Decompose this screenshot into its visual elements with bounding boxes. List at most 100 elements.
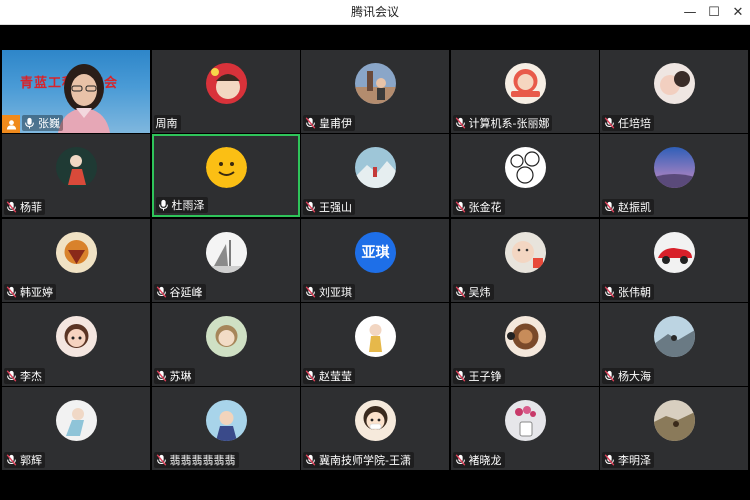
participant-tile[interactable]: 亚琪 刘亚琪: [301, 218, 449, 302]
avatar: [654, 315, 695, 357]
avatar: [205, 400, 247, 441]
participant-tile[interactable]: 青蓝工程交流会 张巍: [2, 50, 150, 133]
participant-tile[interactable]: 杨大海: [600, 302, 748, 386]
avatar: [205, 63, 247, 104]
participant-tile[interactable]: 张伟朝: [600, 218, 748, 302]
participant-name: 冀南技师学院-王潇: [319, 454, 411, 467]
avatar: [654, 147, 695, 189]
participant-name: 杨大海: [618, 369, 651, 383]
participant-name: 李明泽: [618, 454, 651, 467]
participant-tile[interactable]: 计算机系-张丽娜: [450, 50, 599, 133]
participant-name-bar: 吴炜: [452, 283, 494, 300]
participant-name-bar: 赵莹莹: [303, 367, 355, 384]
participant-name-bar: 任培培: [602, 115, 654, 131]
participant-name: 谷延峰: [169, 285, 203, 299]
close-button[interactable]: ✕: [726, 0, 750, 25]
maximize-button[interactable]: ☐: [702, 0, 726, 25]
participant-name: 赵振凯: [618, 201, 651, 215]
participant-name-bar: 苏琳: [153, 367, 195, 384]
avatar: [654, 231, 695, 273]
participant-tile[interactable]: 李明泽: [600, 387, 748, 470]
avatar: [56, 400, 97, 441]
participant-name-bar: 赵振凯: [602, 199, 654, 216]
participant-tile[interactable]: 谷延峰: [151, 218, 300, 302]
mic-muted-icon: [6, 370, 17, 382]
avatar: [504, 231, 546, 273]
participant-grid: 青蓝工程交流会 张巍: [2, 50, 748, 470]
participant-tile[interactable]: 褚晓龙: [450, 387, 599, 470]
mic-muted-icon: [156, 370, 166, 382]
participant-tile[interactable]: 翡翡翡翡翡翡: [151, 387, 300, 470]
avatar: [504, 315, 546, 357]
participant-name-bar: 冀南技师学院-王潇: [303, 452, 414, 468]
avatar: [56, 315, 97, 357]
participant-name-bar: 计算机系-张丽娜: [452, 115, 553, 131]
participant-tile[interactable]: 赵振凯: [600, 134, 748, 218]
participant-name-bar: 杨大海: [602, 367, 654, 384]
participant-name: 刘亚琪: [319, 285, 352, 299]
participant-name: 杜雨泽: [171, 199, 205, 213]
participant-name: 任培培: [618, 117, 651, 130]
mic-muted-icon: [305, 117, 316, 129]
avatar: [654, 63, 695, 104]
participant-tile[interactable]: 杨菲: [2, 134, 150, 218]
participant-name: 计算机系-张丽娜: [468, 117, 550, 130]
mic-muted-icon: [6, 454, 17, 466]
participant-name-bar: 韩亚婷: [4, 283, 56, 300]
avatar-initials: 亚琪: [355, 231, 396, 273]
participant-name: 张伟朝: [618, 285, 651, 299]
participant-tile[interactable]: 韩亚婷: [2, 218, 150, 302]
participant-tile[interactable]: 周南: [151, 50, 300, 133]
participant-name: 吴炜: [468, 285, 491, 299]
participant-name-bar: 杜雨泽: [155, 197, 208, 214]
mic-muted-icon: [455, 201, 465, 213]
avatar: [355, 315, 396, 357]
participant-tile[interactable]: 王子铮: [450, 302, 599, 386]
host-badge: [2, 115, 20, 133]
mic-muted-icon: [6, 285, 17, 298]
avatar: [355, 400, 396, 441]
participant-tile[interactable]: 王强山: [301, 134, 449, 218]
mic-muted-icon: [305, 370, 316, 382]
mic-muted-icon: [156, 454, 166, 466]
participant-name: 韩亚婷: [20, 285, 53, 299]
participant-tile[interactable]: 任培培: [600, 50, 748, 133]
mic-muted-icon: [455, 285, 465, 298]
mic-muted-icon: [305, 454, 316, 466]
participant-tile[interactable]: 赵莹莹: [301, 302, 449, 386]
participant-tile[interactable]: 皇甫伊: [301, 50, 449, 133]
mic-muted-icon: [156, 285, 166, 298]
participant-name: 苏琳: [169, 369, 192, 383]
participant-name-bar: 李明泽: [602, 452, 654, 468]
participant-name: 李杰: [20, 369, 42, 383]
participant-tile-active[interactable]: 杜雨泽: [151, 134, 300, 218]
participant-tile[interactable]: 张金花: [450, 134, 599, 218]
participant-name-bar: 郭辉: [4, 452, 45, 468]
participant-name: 张巍: [38, 117, 60, 130]
mic-icon: [158, 200, 168, 211]
mic-muted-icon: [604, 454, 615, 466]
window-titlebar: 腾讯会议 — ☐ ✕: [0, 0, 750, 25]
participant-name-bar: 王子铮: [452, 367, 505, 384]
participant-tile[interactable]: 李杰: [2, 302, 150, 386]
participant-name-bar: 王强山: [303, 199, 355, 216]
avatar: [205, 147, 247, 189]
participant-tile[interactable]: 吴炜: [450, 218, 599, 302]
participant-name: 张金花: [468, 201, 502, 215]
participant-name: 王强山: [319, 201, 352, 215]
minimize-button[interactable]: —: [678, 0, 702, 25]
participant-tile[interactable]: 苏琳: [151, 302, 300, 386]
mic-muted-icon: [455, 454, 465, 466]
participant-tile[interactable]: 冀南技师学院-王潇: [301, 387, 449, 470]
participant-name-bar: 李杰: [4, 367, 45, 384]
participant-name: 杨菲: [20, 201, 42, 215]
mic-muted-icon: [305, 285, 316, 298]
mic-muted-icon: [455, 370, 465, 382]
mic-muted-icon: [604, 370, 615, 382]
avatar: [205, 231, 247, 273]
avatar: [654, 400, 695, 441]
avatar: [504, 400, 546, 441]
participant-name: 褚晓龙: [468, 454, 502, 467]
participant-name-bar: 周南: [153, 115, 181, 131]
participant-tile[interactable]: 郭辉: [2, 387, 150, 470]
